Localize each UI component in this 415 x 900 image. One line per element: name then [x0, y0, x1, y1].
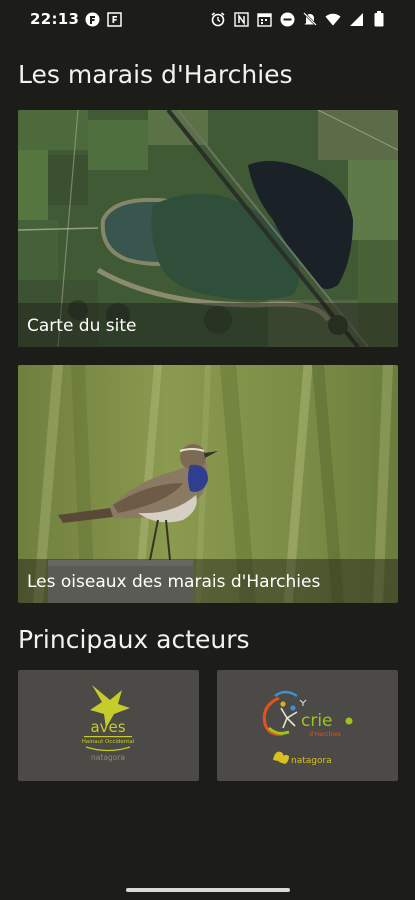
calendar-icon	[256, 11, 272, 27]
aves-logo-name: aves	[90, 718, 125, 736]
birds-card[interactable]: Les oiseaux des marais d'Harchies	[18, 365, 398, 603]
birds-card-label: Les oiseaux des marais d'Harchies	[27, 572, 321, 592]
status-bar: 22:13	[0, 0, 415, 40]
wifi-icon	[325, 11, 341, 27]
signal-icon	[348, 11, 364, 27]
mute-icon	[302, 11, 318, 27]
aves-logo-subtitle: Hainaut Occidental	[82, 739, 135, 745]
aves-logo-partner: natagora	[91, 753, 125, 762]
actors-section-title: Principaux acteurs	[18, 625, 250, 654]
site-map-card-label: Carte du site	[27, 316, 137, 336]
nfc-icon	[233, 11, 249, 27]
app-badge-icon	[84, 11, 100, 27]
crie-logo-card[interactable]: crie d'Harchies natagora	[217, 670, 398, 781]
crie-logo: crie d'Harchies natagora	[262, 690, 353, 766]
crie-logo-name: crie	[301, 711, 333, 731]
do-not-disturb-icon	[279, 11, 295, 27]
page-title: Les marais d'Harchies	[18, 60, 293, 89]
status-time: 22:13	[30, 10, 80, 28]
home-indicator[interactable]	[126, 888, 290, 892]
alarm-icon	[210, 11, 226, 27]
aves-logo: aves Hainaut Occidental natagora	[82, 685, 135, 762]
site-map-card[interactable]: Carte du site	[18, 110, 398, 347]
crie-logo-subtitle: d'Harchies	[309, 731, 341, 738]
crie-logo-partner: natagora	[291, 756, 332, 766]
aves-logo-card[interactable]: aves Hainaut Occidental natagora	[18, 670, 199, 781]
battery-icon	[371, 11, 387, 27]
f-box-icon	[106, 11, 122, 27]
